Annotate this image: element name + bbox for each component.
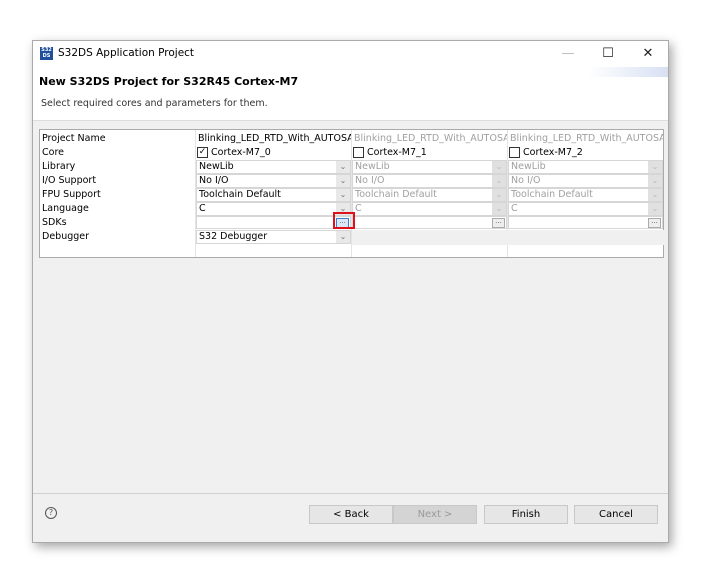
debugger-empty-cell [352, 230, 508, 245]
fpu-value: Toolchain Default [199, 189, 281, 200]
row-label-io-support: I/O Support [42, 175, 97, 186]
language-combo[interactable]: C ⌄ [352, 202, 507, 216]
sdk-browse-button[interactable]: ... [648, 218, 661, 228]
fpu-value: Toolchain Default [355, 189, 437, 200]
row-label-debugger: Debugger [42, 231, 90, 242]
title-bar: S32 DS S32DS Application Project — ☐ ✕ [33, 41, 668, 65]
io-value: No I/O [511, 175, 541, 186]
checkbox-icon[interactable] [509, 147, 520, 158]
sdks-field[interactable]: ... [508, 216, 663, 229]
io-combo[interactable]: No I/O ⌄ [508, 174, 663, 188]
core-label: Cortex-M7_1 [367, 147, 427, 158]
chevron-down-icon[interactable]: ⌄ [648, 175, 662, 187]
library-value: NewLib [199, 161, 234, 172]
core-checkbox-1[interactable]: Cortex-M7_1 [353, 146, 508, 160]
language-value: C [199, 203, 206, 214]
project-name-field[interactable]: Blinking_LED_RTD_With_AUTOSAR_ [354, 132, 507, 146]
chevron-down-icon[interactable]: ⌄ [492, 175, 506, 187]
library-combo[interactable]: NewLib ⌄ [196, 160, 351, 174]
row-label-project-name: Project Name [42, 133, 106, 144]
debugger-combo[interactable]: S32 Debugger ⌄ [196, 230, 351, 244]
chevron-down-icon[interactable]: ⌄ [336, 161, 350, 173]
sdk-browse-button[interactable]: ... [492, 218, 505, 228]
core-label: Cortex-M7_0 [211, 147, 271, 158]
highlight-box [333, 212, 355, 229]
maximize-button[interactable]: ☐ [588, 41, 628, 65]
cancel-button[interactable]: Cancel [574, 505, 658, 524]
chevron-down-icon[interactable]: ⌄ [648, 161, 662, 173]
checkbox-icon[interactable]: ✓ [197, 147, 208, 158]
dialog-window: S32 DS S32DS Application Project — ☐ ✕ Ne… [32, 40, 669, 543]
debugger-empty-cell [508, 230, 664, 245]
window-title: S32DS Application Project [58, 47, 195, 59]
io-combo[interactable]: No I/O ⌄ [196, 174, 351, 188]
language-value: C [511, 203, 518, 214]
next-button[interactable]: Next > [393, 505, 477, 524]
row-label-sdks: SDKs [42, 217, 67, 228]
io-value: No I/O [199, 175, 229, 186]
chevron-down-icon[interactable]: ⌄ [492, 161, 506, 173]
chevron-down-icon[interactable]: ⌄ [336, 189, 350, 201]
core-label: Cortex-M7_2 [523, 147, 583, 158]
fpu-combo[interactable]: Toolchain Default ⌄ [352, 188, 507, 202]
row-label-language: Language [42, 203, 89, 214]
library-value: NewLib [511, 161, 546, 172]
io-combo[interactable]: No I/O ⌄ [352, 174, 507, 188]
core-checkbox-0[interactable]: ✓ Cortex-M7_0 [197, 146, 352, 160]
row-label-fpu-support: FPU Support [42, 189, 101, 200]
chevron-down-icon[interactable]: ⌄ [492, 189, 506, 201]
language-combo[interactable]: C ⌄ [508, 202, 663, 216]
fpu-combo[interactable]: Toolchain Default ⌄ [196, 188, 351, 202]
chevron-down-icon[interactable]: ⌄ [492, 203, 506, 215]
header-banner-graphic [588, 67, 668, 77]
language-combo[interactable]: C ⌄ [196, 202, 351, 216]
debugger-value: S32 Debugger [199, 231, 268, 242]
row-label-library: Library [42, 161, 76, 172]
page-title: New S32DS Project for S32R45 Cortex-M7 [39, 75, 299, 88]
io-value: No I/O [355, 175, 385, 186]
library-combo[interactable]: NewLib ⌄ [352, 160, 507, 174]
fpu-combo[interactable]: Toolchain Default ⌄ [508, 188, 663, 202]
project-name-field[interactable]: Blinking_LED_RTD_With_AUTOSAR_ [198, 132, 351, 146]
library-value: NewLib [355, 161, 390, 172]
chevron-down-icon[interactable]: ⌄ [648, 203, 662, 215]
checkbox-icon[interactable] [353, 147, 364, 158]
language-value: C [355, 203, 362, 214]
page-subtitle: Select required cores and parameters for… [41, 98, 268, 109]
s32ds-logo-icon: S32 DS [40, 46, 53, 60]
chevron-down-icon[interactable]: ⌄ [336, 231, 350, 243]
minimize-button[interactable]: — [548, 41, 588, 65]
help-icon[interactable]: ? [45, 507, 57, 519]
core-checkbox-2[interactable]: Cortex-M7_2 [509, 146, 664, 160]
close-button[interactable]: ✕ [628, 41, 668, 65]
fpu-value: Toolchain Default [511, 189, 593, 200]
row-label-core: Core [42, 147, 64, 158]
sdks-field[interactable]: ... [352, 216, 507, 229]
project-name-field[interactable]: Blinking_LED_RTD_With_AUTOSAR_ [510, 132, 663, 146]
finish-button[interactable]: Finish [484, 505, 568, 524]
back-button[interactable]: < Back [309, 505, 393, 524]
chevron-down-icon[interactable]: ⌄ [648, 189, 662, 201]
chevron-down-icon[interactable]: ⌄ [336, 175, 350, 187]
library-combo[interactable]: NewLib ⌄ [508, 160, 663, 174]
footer-divider [33, 493, 668, 494]
wizard-header: New S32DS Project for S32R45 Cortex-M7 S… [33, 65, 668, 121]
sdks-field[interactable]: ... [196, 216, 351, 229]
core-parameters-table: Project Name Core Library I/O Support FPU Su… [39, 129, 664, 258]
